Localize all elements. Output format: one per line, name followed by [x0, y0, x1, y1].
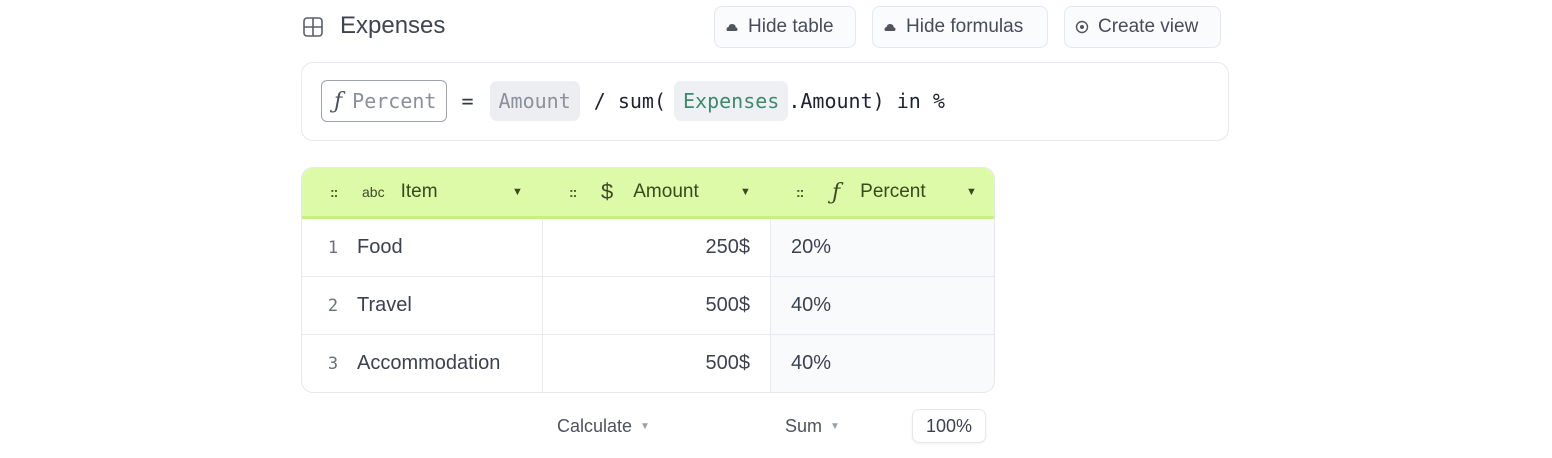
hide-table-button[interactable]: Hide table	[714, 6, 856, 48]
cell-amount[interactable]: 250$	[542, 219, 770, 276]
table-row[interactable]: 3 Accommodation 500$ 40%	[302, 335, 994, 392]
cell-percent[interactable]: 40%	[770, 335, 994, 392]
amount-calculate-dropdown[interactable]: Calculate ▼	[557, 410, 650, 442]
table-header: Expenses Hide table Hide formulas Create…	[302, 6, 1222, 48]
table-row[interactable]: 2 Travel 500$ 40%	[302, 277, 994, 335]
expenses-table: :: abc Item ▼ :: $ Amount ▼ :: ƒ Percent…	[301, 167, 995, 393]
column-header-percent[interactable]: :: ƒ Percent ▼	[796, 168, 994, 216]
hide-table-label: Hide table	[748, 16, 834, 37]
column-header-item[interactable]: :: abc Item ▼	[330, 168, 530, 216]
cell-percent[interactable]: 20%	[770, 219, 994, 276]
row-number: 1	[327, 237, 339, 258]
cloud-icon	[883, 20, 897, 34]
percent-sum-dropdown[interactable]: Sum ▼	[785, 410, 840, 442]
formula-equals: =	[461, 89, 474, 113]
hide-formulas-label: Hide formulas	[906, 16, 1024, 37]
column-reference-chip[interactable]: Amount	[489, 81, 580, 121]
formula-icon: ƒ	[832, 179, 841, 205]
create-view-label: Create view	[1098, 16, 1199, 37]
column-label-amount: Amount	[633, 181, 699, 202]
cell-item[interactable]: Food	[357, 219, 541, 276]
table-reference-chip[interactable]: Expenses	[674, 81, 789, 121]
column-header-amount[interactable]: :: $ Amount ▼	[569, 168, 769, 216]
chevron-down-icon[interactable]: ▼	[740, 186, 751, 198]
row-number: 3	[327, 353, 339, 374]
table-grid-icon	[302, 16, 324, 38]
formula-editor[interactable]: ƒ Percent = Amount / sum( Expenses .Amou…	[301, 62, 1229, 141]
column-label-item: Item	[400, 181, 438, 202]
table-row[interactable]: 1 Food 250$ 20%	[302, 219, 994, 277]
cell-item[interactable]: Accommodation	[357, 335, 541, 392]
table-header-row: :: abc Item ▼ :: $ Amount ▼ :: ƒ Percent…	[302, 168, 994, 219]
drag-handle-icon[interactable]: ::	[569, 184, 581, 200]
text-type-icon: abc	[362, 184, 385, 200]
chevron-down-icon: ▼	[640, 420, 650, 432]
amount-calculate-label: Calculate	[557, 415, 633, 436]
percent-total-value: 100%	[912, 409, 986, 443]
percent-sum-label: Sum	[785, 415, 823, 436]
formula-icon: ƒ	[334, 88, 343, 114]
column-label-percent: Percent	[860, 181, 926, 202]
dollar-icon: $	[601, 179, 614, 204]
cloud-icon	[725, 20, 739, 34]
eye-icon	[1075, 20, 1089, 34]
drag-handle-icon[interactable]: ::	[796, 184, 808, 200]
formula-tail: .Amount) in %	[788, 89, 945, 113]
chevron-down-icon[interactable]: ▼	[966, 186, 977, 198]
formula-expression[interactable]: ƒ Percent = Amount / sum( Expenses .Amou…	[321, 80, 945, 122]
formula-column-label: Percent	[352, 89, 437, 113]
page-title: Expenses	[340, 12, 446, 39]
cell-item[interactable]: Travel	[357, 277, 541, 334]
cell-amount[interactable]: 500$	[542, 335, 770, 392]
cell-percent[interactable]: 40%	[770, 277, 994, 334]
chevron-down-icon: ▼	[830, 420, 840, 432]
row-number: 2	[327, 295, 339, 316]
formula-column-name[interactable]: ƒ Percent	[321, 80, 448, 122]
formula-operator: / sum(	[593, 89, 666, 113]
drag-handle-icon[interactable]: ::	[330, 184, 342, 200]
hide-formulas-button[interactable]: Hide formulas	[872, 6, 1048, 48]
chevron-down-icon[interactable]: ▼	[512, 186, 523, 198]
create-view-button[interactable]: Create view	[1064, 6, 1221, 48]
cell-amount[interactable]: 500$	[542, 277, 770, 334]
